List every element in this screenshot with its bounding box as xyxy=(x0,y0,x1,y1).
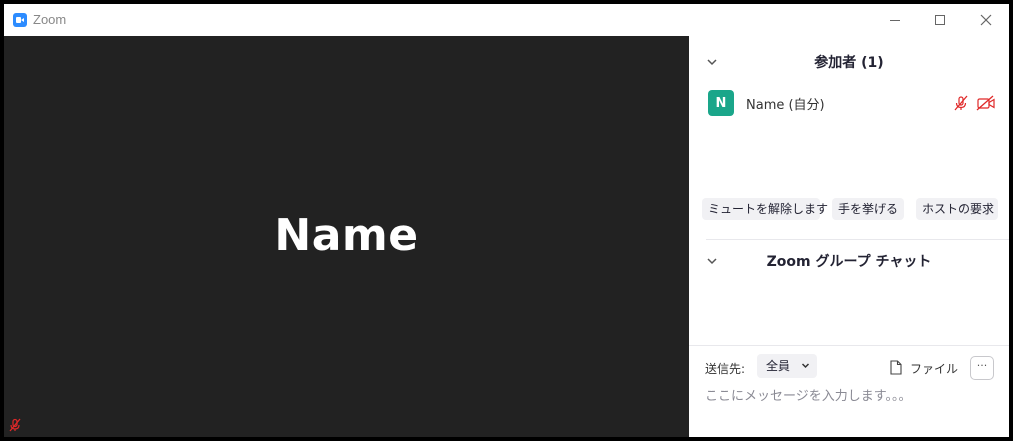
microphone-muted-icon xyxy=(9,418,21,432)
maximize-icon xyxy=(935,15,945,25)
participants-header: 参加者 (1) xyxy=(689,46,1009,76)
chat-header: Zoom グループ チャット xyxy=(689,245,1009,275)
send-to-label: 送信先: xyxy=(705,362,746,376)
participant-name: Name (自分) xyxy=(746,98,825,113)
chat-title: Zoom グループ チャット xyxy=(766,254,932,270)
zoom-camera-icon xyxy=(13,13,27,27)
minimize-icon xyxy=(890,19,900,21)
recipient-value: 全員 xyxy=(766,359,791,373)
message-input[interactable] xyxy=(705,385,995,407)
participants-title: 参加者 (1) xyxy=(814,55,884,71)
chevron-down-icon xyxy=(801,363,810,369)
zoom-window: Zoom Name 参加者 (1) N Name (自分) ミュートを解除します… xyxy=(4,4,1009,437)
unmute-button[interactable]: ミュートを解除します xyxy=(702,198,828,220)
video-participant-name: Name xyxy=(274,210,419,261)
microphone-muted-icon xyxy=(954,95,968,111)
file-button[interactable]: ファイル xyxy=(910,360,958,377)
close-icon xyxy=(980,14,992,26)
minimize-button[interactable] xyxy=(872,4,918,36)
file-icon[interactable] xyxy=(890,360,902,375)
side-panel: 参加者 (1) N Name (自分) ミュートを解除します 手を挙げる ホスト… xyxy=(689,36,1009,437)
divider xyxy=(689,345,1009,346)
maximize-button[interactable] xyxy=(917,4,963,36)
more-options-button[interactable]: ··· xyxy=(970,356,994,380)
raise-hand-button[interactable]: 手を挙げる xyxy=(832,198,904,220)
avatar: N xyxy=(708,90,734,116)
window-title: Zoom xyxy=(33,12,67,27)
video-area[interactable]: Name xyxy=(4,36,689,437)
recipient-select[interactable]: 全員 xyxy=(757,354,817,378)
divider xyxy=(706,239,1009,240)
ask-host-button[interactable]: ホストの要求 xyxy=(916,198,998,220)
video-off-icon xyxy=(976,95,995,111)
close-button[interactable] xyxy=(963,4,1009,36)
participant-row[interactable]: N Name (自分) xyxy=(689,88,1009,120)
title-bar: Zoom xyxy=(4,4,1009,36)
